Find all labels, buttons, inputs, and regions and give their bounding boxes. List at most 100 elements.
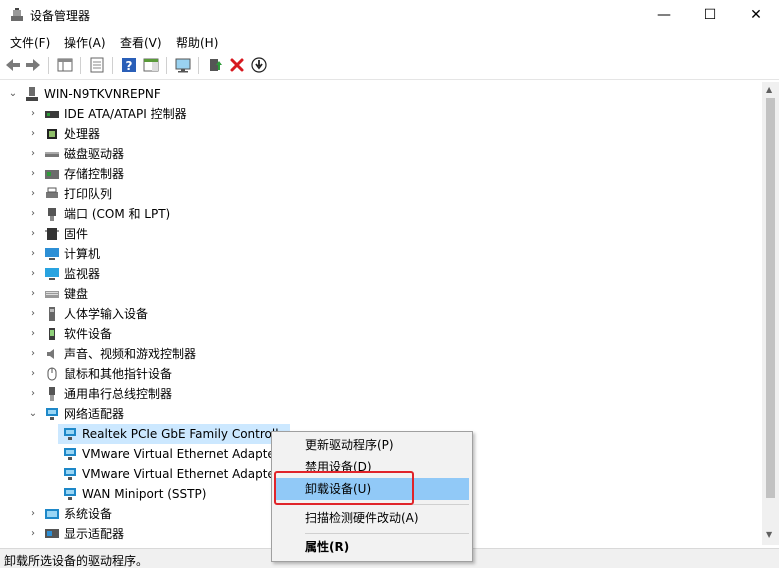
tree-category[interactable]: › IDE ATA/ATAPI 控制器 (0, 104, 760, 124)
sound-icon (47, 349, 54, 359)
tree-item-label: WAN Miniport (SSTP) (82, 487, 207, 501)
disable-device-icon[interactable] (250, 56, 268, 74)
printer-icon (46, 187, 58, 198)
expand-chevron-icon[interactable]: › (28, 144, 38, 164)
properties-icon[interactable] (88, 56, 106, 74)
maximize-button[interactable]: ☐ (687, 0, 733, 30)
menu-file[interactable]: 文件(F) (10, 34, 50, 51)
tree-item-label: 显示适配器 (64, 527, 125, 541)
computer-root-icon (26, 87, 38, 101)
tree-category[interactable]: › 声音、视频和游戏控制器 (0, 344, 760, 364)
expand-chevron-icon[interactable]: › (28, 384, 38, 404)
scroll-down-icon[interactable]: ▼ (766, 530, 772, 539)
expand-chevron-icon[interactable]: › (28, 224, 38, 244)
expand-chevron-icon[interactable]: › (28, 184, 38, 204)
tree-category[interactable]: › 键盘 (0, 284, 760, 304)
tree-item-label: VMware Virtual Ethernet Adapte (82, 447, 275, 461)
expand-chevron-icon[interactable]: › (28, 284, 38, 304)
scroll-thumb[interactable] (766, 98, 775, 498)
expand-chevron-icon[interactable]: › (28, 244, 38, 264)
tree-item-label: 监视器 (64, 267, 101, 281)
menu-help[interactable]: 帮助(H) (176, 34, 218, 51)
tree-category[interactable]: › 鼠标和其他指针设备 (0, 364, 760, 384)
expand-chevron-icon[interactable]: › (28, 104, 38, 124)
network-adapter-icon (64, 428, 76, 440)
expand-chevron-icon[interactable]: › (28, 324, 38, 344)
hid-icon (49, 307, 55, 321)
expand-chevron-icon[interactable]: › (28, 164, 38, 184)
tree-item-label: 处理器 (64, 127, 101, 141)
tree-item-label: 系统设备 (64, 507, 113, 521)
tree-item-label: 鼠标和其他指针设备 (64, 367, 173, 381)
minimize-button[interactable]: — (641, 0, 687, 30)
tree-category[interactable]: ⌄ 网络适配器 (0, 404, 760, 424)
keyboard-icon (45, 291, 59, 298)
collapse-chevron-icon[interactable]: ⌄ (8, 84, 18, 104)
ide-controller-icon (45, 111, 59, 118)
device-manager-icon (11, 8, 23, 21)
tree-item-label: VMware Virtual Ethernet Adapte (82, 467, 275, 481)
tree-category[interactable]: › 软件设备 (0, 324, 760, 344)
expand-chevron-icon[interactable]: › (28, 304, 38, 324)
uninstall-x-icon[interactable] (228, 56, 246, 74)
mouse-icon (47, 367, 57, 381)
help-icon[interactable]: ? (120, 56, 138, 74)
storage-controller-icon (45, 170, 59, 179)
vertical-scrollbar[interactable]: ▲ ▼ (762, 82, 779, 545)
network-adapter-icon (46, 408, 58, 420)
show-hide-tree-icon[interactable] (56, 56, 74, 74)
scroll-up-icon[interactable]: ▲ (766, 85, 772, 94)
expand-chevron-icon[interactable]: › (28, 504, 38, 524)
tree-item-label: 软件设备 (64, 327, 113, 341)
expand-chevron-icon[interactable]: › (28, 344, 38, 364)
network-adapter-icon (64, 488, 76, 500)
disk-drive-icon (45, 152, 59, 157)
tree-item-label: 存储控制器 (64, 167, 125, 181)
port-icon (48, 208, 56, 221)
status-text: 卸载所选设备的驱动程序。 (4, 554, 149, 568)
network-adapter-icon (64, 448, 76, 460)
tree-item-label: 计算机 (64, 247, 101, 261)
menu-action[interactable]: 操作(A) (64, 34, 106, 51)
tree-category[interactable]: › 通用串行总线控制器 (0, 384, 760, 404)
tree-item-label: 打印队列 (64, 187, 113, 201)
tree-item-label: 固件 (64, 227, 89, 241)
tree-category[interactable]: › 存储控制器 (0, 164, 760, 184)
tree-item-label: IDE ATA/ATAPI 控制器 (64, 107, 187, 121)
tree-item-label: 声音、视频和游戏控制器 (64, 347, 197, 361)
tree-category[interactable]: › 固件 (0, 224, 760, 244)
back-arrow-icon[interactable] (4, 56, 22, 74)
ctx-update-driver[interactable]: 更新驱动程序(P) (275, 434, 469, 456)
software-device-icon (49, 328, 55, 340)
ctx-scan-hardware[interactable]: 扫描检测硬件改动(A) (275, 507, 469, 529)
menu-view[interactable]: 查看(V) (120, 34, 162, 51)
window-title: 设备管理器 (30, 9, 91, 23)
display-adapter-icon (45, 529, 59, 538)
monitor-scan-icon[interactable] (174, 56, 192, 74)
tree-category[interactable]: › 计算机 (0, 244, 760, 264)
action-pane-icon[interactable] (142, 56, 160, 74)
tree-item-label: WIN-N9TKVNREPNF (44, 87, 161, 101)
tree-category[interactable]: › 磁盘驱动器 (0, 144, 760, 164)
tree-item-label: 磁盘驱动器 (64, 147, 125, 161)
tree-category[interactable]: › 端口 (COM 和 LPT) (0, 204, 760, 224)
forward-arrow-icon[interactable] (24, 56, 42, 74)
tree-category[interactable]: › 监视器 (0, 264, 760, 284)
ctx-properties[interactable]: 属性(R) (275, 536, 469, 558)
expand-chevron-icon[interactable]: › (28, 264, 38, 284)
expand-chevron-icon[interactable]: › (28, 364, 38, 384)
expand-chevron-icon[interactable]: › (28, 124, 38, 144)
collapse-chevron-icon[interactable]: ⌄ (28, 404, 38, 424)
tree-root-computer[interactable]: ⌄ WIN-N9TKVNREPNF (0, 84, 760, 104)
expand-chevron-icon[interactable]: › (28, 524, 38, 544)
usb-icon (49, 387, 55, 401)
computer-icon (45, 248, 59, 260)
tree-category[interactable]: › 处理器 (0, 124, 760, 144)
tree-category[interactable]: › 打印队列 (0, 184, 760, 204)
close-button[interactable]: ✕ (733, 0, 779, 30)
title-bar: 设备管理器 — ☐ ✕ (0, 0, 779, 30)
update-driver-icon[interactable] (206, 56, 224, 74)
expand-chevron-icon[interactable]: › (28, 204, 38, 224)
firmware-icon (45, 228, 59, 240)
tree-category[interactable]: › 人体学输入设备 (0, 304, 760, 324)
